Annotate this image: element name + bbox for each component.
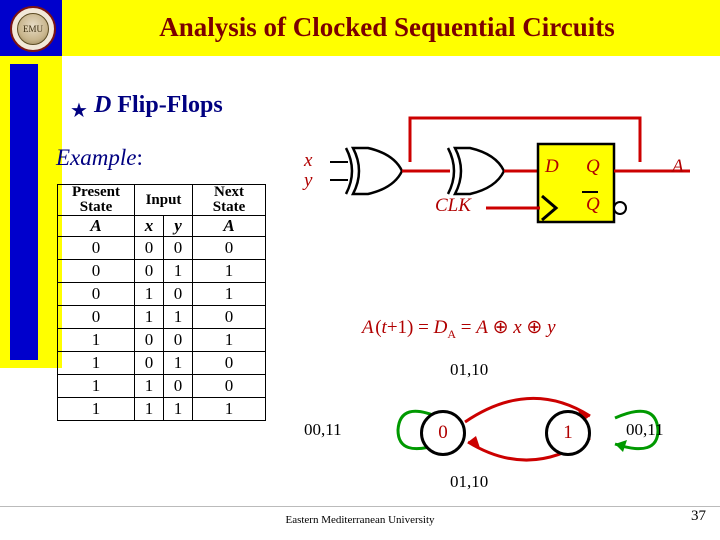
circuit-svg — [330, 116, 690, 224]
equation-lhs: A (t+1) = D — [362, 317, 448, 338]
cell-r4-c2: 0 — [163, 328, 193, 352]
cell-r5-c3: 0 — [192, 351, 266, 375]
equation-rhs: = A ⊕ x ⊕ y — [455, 317, 556, 338]
cell-r6-c2: 0 — [163, 374, 193, 398]
footer-divider — [0, 506, 720, 507]
cell-r0-c3: 0 — [192, 236, 266, 260]
cell-r2-c3: 1 — [192, 282, 266, 306]
cell-r6-c0: 1 — [57, 374, 135, 398]
seal-inner-text: EMU — [17, 13, 49, 45]
label-qbar: Q — [586, 194, 600, 215]
cell-r3-c1: 1 — [134, 305, 164, 329]
cell-r1-c3: 1 — [192, 259, 266, 283]
table-header-present-state: Present State — [57, 184, 135, 216]
page-number: 37 — [691, 508, 706, 524]
sidebar-blue-band — [10, 64, 38, 360]
cell-r0-c1: 0 — [134, 236, 164, 260]
cell-r7-c3: 1 — [192, 397, 266, 421]
table-row: 1 0 1 0 — [57, 351, 266, 375]
cell-r1-c1: 0 — [134, 259, 164, 283]
footer-institution: Eastern Mediterranean University — [285, 514, 435, 526]
transition-label-left: 00,11 — [304, 420, 342, 439]
cell-r1-c0: 0 — [57, 259, 135, 283]
example-word: Example — [56, 145, 137, 170]
cell-r0-c2: 0 — [163, 236, 193, 260]
xor-gate-icon — [344, 147, 354, 195]
table-row: 1 0 0 1 — [57, 328, 266, 352]
header-present-line2: State — [79, 199, 113, 215]
header-present-line1: Present — [71, 184, 121, 200]
circuit-diagram: x y CLK D Q Q A — [290, 100, 710, 260]
transition-label-top: 01,10 — [450, 360, 489, 379]
equation-subscript: A — [447, 326, 456, 341]
state-node-1: 1 — [545, 410, 591, 456]
cell-r5-c2: 1 — [163, 351, 193, 375]
table-row: 0 1 1 0 — [57, 305, 266, 329]
cell-r5-c1: 0 — [134, 351, 164, 375]
qbar-inversion-bubble-icon — [613, 201, 627, 215]
cell-r5-c0: 1 — [57, 351, 135, 375]
header-next-line1: Next — [214, 184, 244, 200]
label-x: x — [304, 150, 313, 171]
table-row: 0 1 0 1 — [57, 282, 266, 306]
cell-r6-c1: 1 — [134, 374, 164, 398]
label-a-output: A — [672, 156, 684, 177]
cell-r3-c0: 0 — [57, 305, 135, 329]
table-row: 0 0 1 1 — [57, 259, 266, 283]
cell-r4-c3: 1 — [192, 328, 266, 352]
table-col-x: x — [134, 215, 164, 237]
section-heading-rest: Flip-Flops — [117, 92, 223, 118]
next-state-equation: A (t+1) = DA = A ⊕ x ⊕ y — [362, 316, 556, 342]
label-q: Q — [586, 156, 600, 177]
xor-gate-body-2 — [452, 146, 506, 196]
cell-r7-c1: 1 — [134, 397, 164, 421]
table-col-A-next: A — [192, 215, 266, 237]
example-colon: : — [136, 145, 143, 170]
cell-r2-c2: 0 — [163, 282, 193, 306]
section-heading-italic: D — [94, 92, 112, 118]
state-diagram: 0 1 01,10 01,10 00,11 00,11 — [290, 360, 710, 500]
cell-r4-c1: 0 — [134, 328, 164, 352]
label-y: y — [304, 170, 313, 191]
table-row: 0 0 0 0 — [57, 236, 266, 260]
cell-r0-c0: 0 — [57, 236, 135, 260]
table-col-y: y — [163, 215, 193, 237]
table-header-input: Input — [134, 184, 193, 216]
table-header-row-2: A x y A — [57, 215, 266, 237]
table-header-next-state: Next State — [192, 184, 266, 216]
label-clk: CLK — [435, 195, 471, 216]
bullet-star-icon: ★ — [70, 100, 88, 122]
cell-r2-c1: 1 — [134, 282, 164, 306]
state-node-0: 0 — [420, 410, 466, 456]
page-title: Analysis of Clocked Sequential Circuits — [159, 12, 615, 42]
cell-r7-c2: 1 — [163, 397, 193, 421]
header-next-line2: State — [212, 199, 246, 215]
cell-r1-c2: 1 — [163, 259, 193, 283]
xor-gate-body-1 — [350, 146, 404, 196]
state-table: Present State Input Next State A x y A 0… — [57, 184, 266, 421]
transition-label-right: 00,11 — [626, 420, 664, 439]
table-header-row-1: Present State Input Next State — [57, 184, 266, 216]
table-row: 1 1 1 1 — [57, 397, 266, 421]
example-label: Example: — [56, 145, 143, 171]
cell-r3-c2: 1 — [163, 305, 193, 329]
cell-r6-c3: 0 — [192, 374, 266, 398]
cell-r3-c3: 0 — [192, 305, 266, 329]
university-seal-icon: EMU — [10, 6, 56, 52]
cell-r2-c0: 0 — [57, 282, 135, 306]
table-col-A-present: A — [57, 215, 135, 237]
section-heading: D Flip-Flops — [94, 92, 223, 119]
label-d: D — [545, 156, 559, 177]
transition-label-bottom: 01,10 — [450, 472, 489, 491]
cell-r4-c0: 1 — [57, 328, 135, 352]
table-row: 1 1 0 0 — [57, 374, 266, 398]
cell-r7-c0: 1 — [57, 397, 135, 421]
